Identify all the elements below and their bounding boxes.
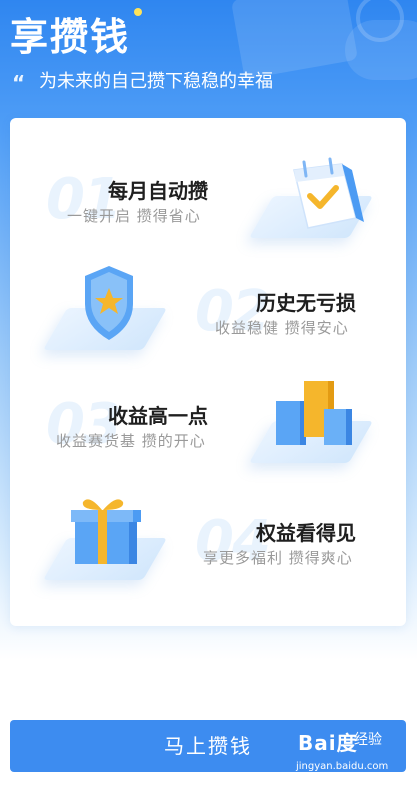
bar-chart-icon	[248, 373, 376, 483]
feature-card: 01 每月自动攒 一键开启 攒得省心 02 历史无亏损 收益稳健 攒得安心 03…	[10, 118, 406, 626]
feature-subtitle: 一键开启 攒得省心	[67, 207, 201, 225]
feature-auto-save: 01 每月自动攒 一键开启 攒得省心	[10, 148, 406, 268]
feature-title: 每月自动攒	[108, 179, 208, 203]
header-banner: 享攒钱 “ 为未来的自己攒下稳稳的幸福	[0, 0, 417, 120]
feature-title: 历史无亏损	[256, 291, 356, 315]
calendar-check-icon	[248, 148, 376, 258]
feature-higher-yield: 03 收益高一点 收益赛货基 攒的开心	[10, 373, 406, 493]
title-dot-icon	[134, 8, 142, 16]
baidu-jingyan-watermark: Bai度 经验 jingyan.baidu.com	[294, 727, 414, 777]
watermark-product: 经验	[354, 732, 382, 748]
watermark-brand: Bai度	[298, 731, 358, 755]
page-title: 享攒钱	[10, 15, 131, 59]
page-subtitle: 为未来的自己攒下稳稳的幸福	[39, 71, 273, 92]
feature-subtitle: 享更多福利 攒得爽心	[203, 549, 353, 567]
watermark-url: jingyan.baidu.com	[296, 761, 389, 772]
quote-icon: “	[12, 71, 26, 95]
feature-title: 收益高一点	[108, 404, 208, 428]
feature-benefits: 04 权益看得见 享更多福利 攒得爽心	[10, 490, 406, 610]
feature-subtitle: 收益稳健 攒得安心	[215, 319, 349, 337]
feature-subtitle: 收益赛货基 攒的开心	[56, 432, 206, 450]
feature-title: 权益看得见	[256, 521, 356, 545]
feature-no-loss: 02 历史无亏损 收益稳健 攒得安心	[10, 260, 406, 380]
gift-box-icon	[42, 490, 168, 600]
shield-star-icon	[42, 260, 168, 370]
